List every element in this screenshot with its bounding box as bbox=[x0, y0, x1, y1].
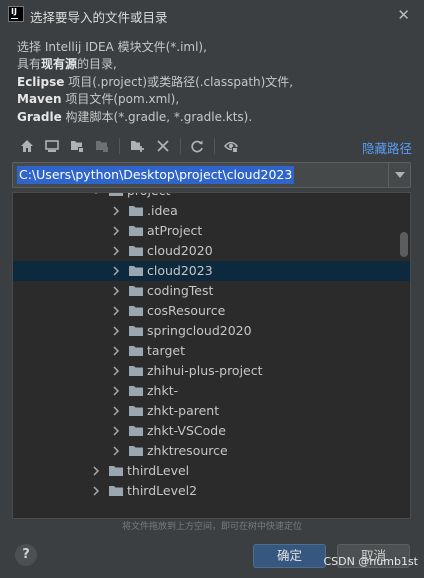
chevron-right-icon[interactable] bbox=[111, 326, 121, 336]
folder-icon bbox=[129, 286, 143, 296]
tree-item-label: zhkt-VSCode bbox=[147, 423, 226, 438]
description-line-5: Gradle 构建脚本(*.gradle, *.gradle.kts). bbox=[17, 109, 253, 124]
tree-item[interactable]: zhktresource bbox=[13, 441, 410, 461]
tree-item-label: .idea bbox=[147, 203, 178, 218]
tree-item[interactable]: zhkt-VSCode bbox=[13, 421, 410, 441]
tree-item-label: thirdLevel bbox=[127, 463, 190, 478]
tree-item-label: zhkt- bbox=[147, 383, 179, 398]
tree-item-label: atProject bbox=[147, 223, 203, 238]
chevron-right-icon[interactable] bbox=[111, 366, 121, 376]
tree-item-label: project bbox=[127, 193, 170, 198]
tree-item[interactable]: target bbox=[13, 341, 410, 361]
toolbar: 隐藏路径 bbox=[17, 136, 417, 156]
tree-item-label: cloud2020 bbox=[147, 243, 213, 258]
delete-icon[interactable] bbox=[153, 136, 173, 156]
description: 选择 Intellij IDEA 模块文件(*.iml), 具有现有源的目录, … bbox=[17, 39, 417, 126]
tree-item[interactable]: cloud2020 bbox=[13, 241, 410, 261]
home-icon[interactable] bbox=[17, 136, 37, 156]
app-icon-text: IJ bbox=[11, 7, 17, 16]
folder-icon bbox=[129, 386, 143, 396]
chevron-right-icon[interactable] bbox=[111, 426, 121, 436]
tree-item[interactable]: cosResource bbox=[13, 301, 410, 321]
show-hidden-icon[interactable] bbox=[221, 136, 241, 156]
folder-icon bbox=[129, 406, 143, 416]
tree-item[interactable]: springcloud2020 bbox=[13, 321, 410, 341]
chevron-right-icon[interactable] bbox=[111, 346, 121, 356]
tree-item-label: zhktresource bbox=[147, 443, 228, 458]
refresh-icon[interactable] bbox=[187, 136, 207, 156]
toolbar-separator bbox=[119, 138, 120, 154]
tree-item[interactable]: atProject bbox=[13, 221, 410, 241]
hide-path-link[interactable]: 隐藏路径 bbox=[362, 138, 412, 157]
title-bar: IJ 选择要导入的文件或目录 ✕ bbox=[0, 0, 424, 30]
chevron-right-icon[interactable] bbox=[111, 406, 121, 416]
toolbar-separator bbox=[214, 138, 215, 154]
chevron-right-icon[interactable] bbox=[111, 286, 121, 296]
folder-icon bbox=[129, 306, 143, 316]
toolbar-separator bbox=[180, 138, 181, 154]
tree-item[interactable]: .idea bbox=[13, 201, 410, 221]
tree-item-label: cosResource bbox=[147, 303, 226, 318]
tree-item[interactable]: cloud2023 bbox=[13, 261, 410, 281]
close-icon[interactable]: ✕ bbox=[397, 6, 410, 24]
intellij-logo-icon: IJ bbox=[8, 6, 24, 22]
folder-icon bbox=[129, 246, 143, 256]
file-tree[interactable]: project .idea atProject cloud2020 cloud2023 c… bbox=[12, 192, 411, 519]
chevron-right-icon[interactable] bbox=[91, 466, 101, 476]
tree-item-label: codingTest bbox=[147, 283, 214, 298]
description-line-4: Maven 项目文件(pom.xml), bbox=[17, 92, 180, 107]
tree-item[interactable]: thirdLevel2 bbox=[13, 481, 410, 501]
chevron-right-icon[interactable] bbox=[111, 386, 121, 396]
chevron-right-icon[interactable] bbox=[111, 226, 121, 236]
drag-hint: 将文件拖放到上方空间，即可在树中快速定位 bbox=[121, 522, 302, 532]
tree-item-label: cloud2023 bbox=[147, 263, 213, 278]
tree-item[interactable]: thirdLevel bbox=[13, 461, 410, 481]
description-line-2: 具有现有源的目录, bbox=[17, 57, 117, 72]
chevron-right-icon[interactable] bbox=[111, 206, 121, 216]
chevron-right-icon[interactable] bbox=[111, 246, 121, 256]
folder-icon bbox=[129, 366, 143, 376]
tree-item-label: springcloud2020 bbox=[147, 323, 252, 338]
folder-icon bbox=[129, 446, 143, 456]
help-button[interactable]: ? bbox=[15, 544, 37, 566]
project-folder-icon[interactable] bbox=[67, 136, 87, 156]
folder-icon bbox=[129, 426, 143, 436]
window-title: 选择要导入的文件或目录 bbox=[30, 10, 168, 25]
tree-item[interactable]: codingTest bbox=[13, 281, 410, 301]
folder-icon bbox=[109, 466, 123, 476]
path-combobox[interactable]: C:\Users\python\Desktop\project\cloud202… bbox=[12, 162, 411, 188]
tree-item-label: target bbox=[147, 343, 186, 358]
path-input[interactable]: C:\Users\python\Desktop\project\cloud202… bbox=[17, 166, 295, 184]
tree-item[interactable]: zhkt- bbox=[13, 381, 410, 401]
tree-item[interactable]: project bbox=[13, 192, 410, 201]
chevron-down-icon[interactable] bbox=[91, 192, 101, 196]
desktop-icon[interactable] bbox=[42, 136, 62, 156]
chevron-right-icon[interactable] bbox=[111, 266, 121, 276]
tree-item[interactable]: zhihui-plus-project bbox=[13, 361, 410, 381]
chevron-right-icon[interactable] bbox=[111, 446, 121, 456]
chevron-down-icon[interactable] bbox=[388, 163, 410, 187]
folder-icon bbox=[129, 326, 143, 336]
watermark: CSDN @numb1st bbox=[323, 555, 418, 568]
folder-icon bbox=[129, 206, 143, 216]
tree-item-label: thirdLevel2 bbox=[127, 483, 198, 498]
folder-icon bbox=[129, 346, 143, 356]
tree-scrollbar[interactable] bbox=[400, 232, 408, 257]
folder-icon bbox=[109, 486, 123, 496]
tree-item-label: zhihui-plus-project bbox=[147, 363, 263, 378]
chevron-right-icon[interactable] bbox=[91, 486, 101, 496]
folder-icon bbox=[109, 193, 123, 196]
module-folder-icon[interactable] bbox=[92, 136, 112, 156]
folder-icon bbox=[129, 226, 143, 236]
ok-button[interactable]: 确定 bbox=[253, 544, 326, 568]
new-folder-icon[interactable] bbox=[127, 136, 147, 156]
folder-icon bbox=[129, 266, 143, 276]
description-line-1: 选择 Intellij IDEA 模块文件(*.iml), bbox=[17, 40, 207, 54]
tree-item[interactable]: zhkt-parent bbox=[13, 401, 410, 421]
chevron-right-icon[interactable] bbox=[111, 306, 121, 316]
tree-item-label: zhkt-parent bbox=[147, 403, 220, 418]
description-line-3: Eclipse 项目(.project)或类路径(.classpath)文件, bbox=[17, 74, 294, 89]
